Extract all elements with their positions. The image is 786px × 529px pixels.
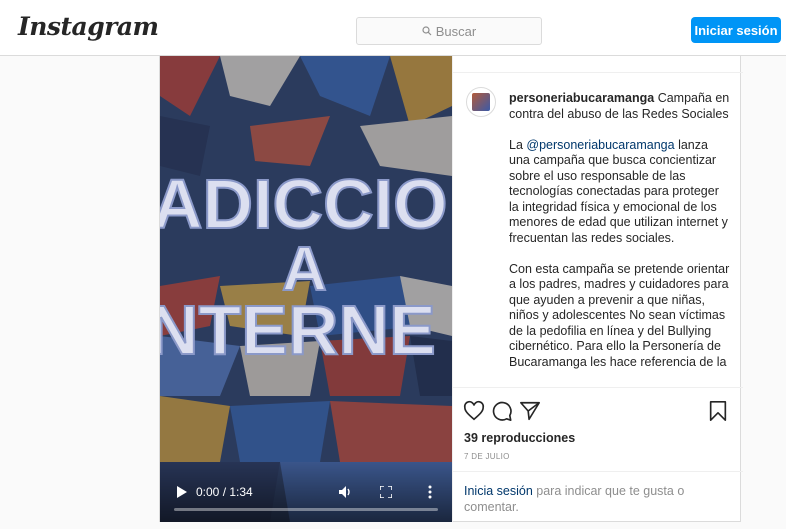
bookmark-icon[interactable]	[707, 400, 729, 422]
overlay-text-line1: ADICCIO	[160, 165, 448, 243]
paragraph-1-prefix: La	[509, 137, 527, 152]
video-controls: 0:00 / 1:34	[160, 462, 452, 522]
caption-paragraph-1: La @personeriabucaramanga lanza una camp…	[509, 138, 731, 247]
video-time: 0:00 / 1:34	[196, 485, 253, 499]
login-link[interactable]: Inicia sesión	[464, 484, 533, 498]
username-link[interactable]: personeriabucaramanga	[509, 91, 654, 105]
fullscreen-icon	[380, 486, 392, 498]
divider	[453, 387, 743, 388]
instagram-logo[interactable]: Instagram	[18, 12, 159, 41]
share-icon[interactable]	[519, 400, 541, 422]
avatar[interactable]	[466, 87, 496, 117]
overlay-text-line3: NTERNE	[160, 291, 436, 369]
view-count[interactable]: 39 reproducciones	[464, 431, 575, 445]
search-placeholder: Buscar	[435, 23, 477, 39]
mention-link[interactable]: @personeriabucaramanga	[526, 138, 674, 152]
caption-area: personeriabucaramanga Campaña en contra …	[453, 73, 743, 387]
login-button[interactable]: Iniciar sesión	[691, 17, 781, 43]
play-button[interactable]	[174, 484, 190, 500]
paragraph-1-text: lanza una campaña que busca concientizar…	[509, 137, 728, 245]
more-options-button[interactable]	[422, 484, 438, 500]
video-player[interactable]: ADICCIO A NTERNE 0:00 / 1:34	[160, 56, 452, 522]
heart-icon[interactable]	[463, 400, 485, 422]
video-progress-bar[interactable]	[174, 508, 438, 511]
post-sidebar: personeriabucaramanga Campaña en contra …	[452, 56, 743, 522]
caption-paragraph-2: Con esta campaña se pretende orientar a …	[509, 261, 730, 369]
post-caption: personeriabucaramanga Campaña en contra …	[509, 91, 731, 386]
fullscreen-button[interactable]	[378, 484, 394, 500]
caption-heading: personeriabucaramanga Campaña en contra …	[509, 91, 731, 122]
post-container: ADICCIO A NTERNE 0:00 / 1:34 personeriab…	[159, 56, 743, 522]
more-vertical-icon	[428, 485, 432, 499]
post-date[interactable]: 7 DE JULIO	[464, 452, 510, 461]
comment-icon[interactable]	[491, 400, 513, 422]
top-navigation-bar: Instagram Buscar Iniciar sesión	[0, 0, 786, 56]
divider	[453, 471, 743, 472]
avatar-image	[472, 93, 490, 111]
volume-button[interactable]	[336, 484, 356, 500]
play-icon	[177, 486, 187, 498]
volume-icon	[339, 486, 350, 498]
video-frame-artwork: ADICCIO A NTERNE	[160, 56, 452, 522]
search-icon	[422, 26, 432, 36]
search-box[interactable]: Buscar	[356, 17, 542, 45]
login-prompt: Inicia sesión para indicar que te gusta …	[464, 483, 724, 515]
